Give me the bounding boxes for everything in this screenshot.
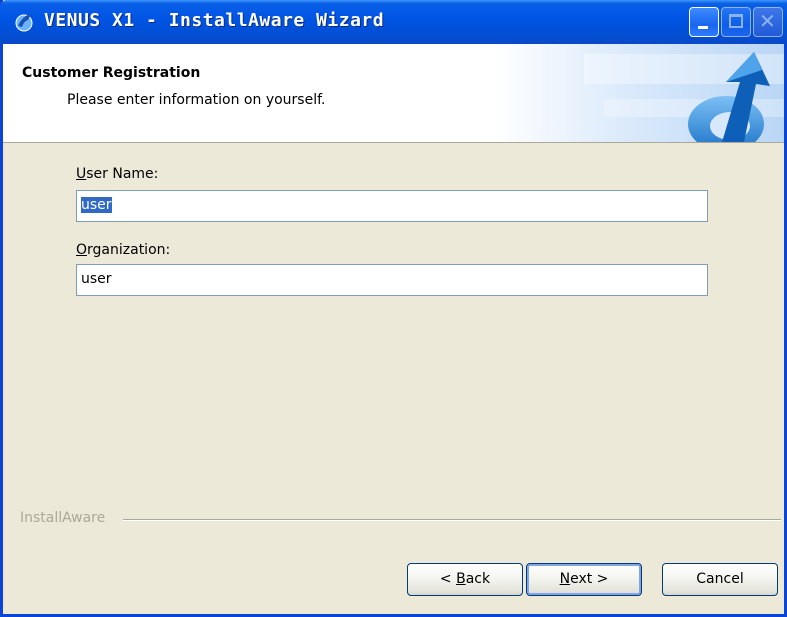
installaware-arrow-icon xyxy=(494,44,784,142)
header-band: Customer Registration Please enter infor… xyxy=(3,44,784,143)
organization-field[interactable]: user xyxy=(76,264,708,296)
organization-value: user xyxy=(81,271,112,287)
user-name-value: user xyxy=(81,197,112,213)
user-name-label: User Name: xyxy=(76,166,159,182)
user-name-field[interactable]: user xyxy=(76,190,708,222)
installer-window: VENUS X1 - InstallAware Wizard ✕ Custome… xyxy=(0,0,787,617)
maximize-button[interactable] xyxy=(721,7,751,37)
window-title: VENUS X1 - InstallAware Wizard xyxy=(44,10,385,31)
close-icon: ✕ xyxy=(759,9,776,33)
title-bar[interactable]: VENUS X1 - InstallAware Wizard ✕ xyxy=(0,0,787,44)
cancel-button[interactable]: Cancel xyxy=(662,563,778,596)
organization-label: Organization: xyxy=(76,242,171,258)
branding-text: InstallAware xyxy=(20,510,106,526)
maximize-icon xyxy=(729,14,743,28)
page-title: Customer Registration xyxy=(22,65,201,81)
back-button[interactable]: < Back xyxy=(407,563,523,596)
page-subtitle: Please enter information on yourself. xyxy=(67,92,326,108)
branding-divider xyxy=(123,519,781,521)
close-button[interactable]: ✕ xyxy=(753,7,783,37)
installaware-logo-icon xyxy=(15,14,33,32)
minimize-icon xyxy=(698,26,708,29)
minimize-button[interactable] xyxy=(689,7,719,37)
next-button[interactable]: Next > xyxy=(526,563,642,596)
